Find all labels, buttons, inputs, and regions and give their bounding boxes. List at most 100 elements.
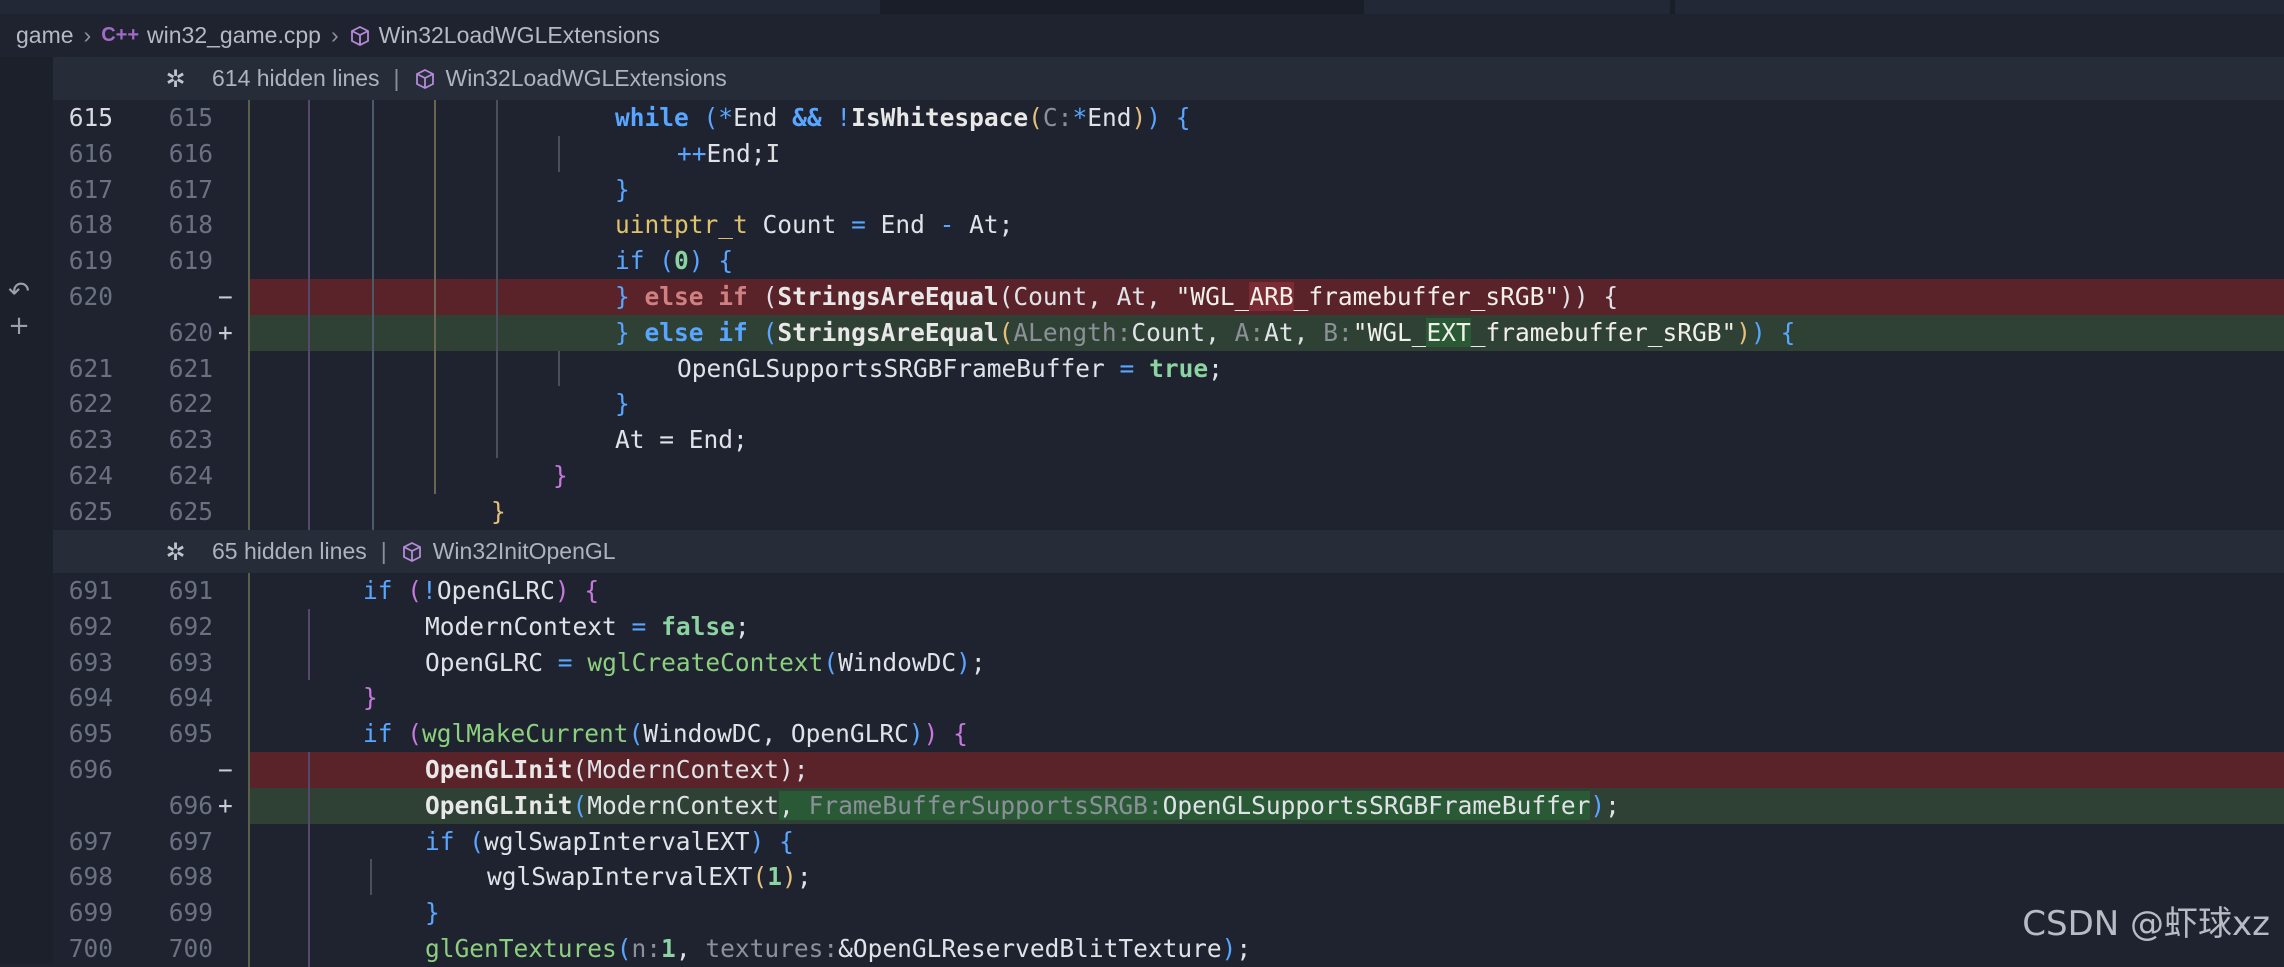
code-text[interactable]: while (*End && !IsWhitespace(C:*End)) {	[615, 100, 1191, 136]
code-content[interactable]: while (*End && !IsWhitespace(C:*End)) {	[248, 100, 2284, 136]
code-text[interactable]: glGenTextures(n:1, textures:&OpenGLReser…	[425, 931, 1251, 967]
original-line-number: 624	[68, 461, 113, 490]
fold-region[interactable]: ✲ 614 hidden lines | Win32LoadWGLExtensi…	[53, 57, 2284, 100]
revert-icon[interactable]: ↶	[6, 279, 32, 305]
code-line[interactable]: 617 617}	[53, 171, 2284, 208]
code-line[interactable]: 625 625}	[53, 493, 2284, 530]
code-content[interactable]: if (wglSwapIntervalEXT) {	[248, 823, 2284, 860]
code-text[interactable]: OpenGLSupportsSRGBFrameBuffer = true;	[677, 351, 1223, 387]
code-text[interactable]: }	[491, 494, 506, 530]
code-line[interactable]: 616 616 ++End;I	[53, 135, 2284, 172]
code-line[interactable]: 624 624}	[53, 458, 2284, 494]
code-content[interactable]: if (0) {	[248, 243, 2284, 279]
code-line[interactable]: 697 697 if (wglSwapIntervalEXT) {	[53, 823, 2284, 860]
code-line[interactable]: 622 622}	[53, 386, 2284, 423]
code-content[interactable]: At = End;	[248, 422, 2284, 458]
tab-strip-segment	[1364, 0, 1670, 14]
indent-guide	[496, 386, 498, 423]
code-line[interactable]: 700 700 glGenTextures(n:1, textures:&OpenG…	[53, 931, 2284, 967]
fold-region[interactable]: ✲ 65 hidden lines | Win32InitOpenGL	[53, 530, 2284, 573]
code-line[interactable]: 621 621 OpenGLSupportsSRGBFrameBuffer = tr…	[53, 350, 2284, 387]
indent-guide	[248, 823, 250, 860]
code-content[interactable]: } else if (StringsAreEqual(ALength:Count…	[248, 314, 2284, 351]
deleted-line[interactable]: 620 −} else if (StringsAreEqual(Count, At…	[53, 279, 2284, 315]
code-line[interactable]: 695 695 if (wglMakeCurrent(WindowDC, OpenG…	[53, 716, 2284, 752]
code-text[interactable]: } else if (StringsAreEqual(ALength:Count…	[615, 315, 1795, 351]
modified-line-number: 620	[168, 317, 213, 347]
code-text[interactable]: if (wglMakeCurrent(WindowDC, OpenGLRC)) …	[363, 716, 968, 752]
original-line-number: 693	[68, 647, 113, 677]
modified-line-number: 700	[168, 934, 213, 963]
code-line[interactable]: 692 692 ModernContext = false;	[53, 608, 2284, 645]
code-content[interactable]: OpenGLInit(ModernContext, FrameBufferSup…	[248, 787, 2284, 824]
fold-symbol[interactable]: Win32InitOpenGL	[433, 538, 616, 565]
code-content[interactable]: ModernContext = false;	[248, 608, 2284, 645]
code-content[interactable]: }	[248, 680, 2284, 717]
code-content[interactable]: }	[248, 895, 2284, 931]
indent-guide	[434, 458, 436, 494]
code-content[interactable]: uintptr_t Count = End - At;	[248, 207, 2284, 244]
code-text[interactable]: OpenGLInit(ModernContext, FrameBufferSup…	[425, 788, 1620, 824]
unfold-icon[interactable]: ✲	[139, 65, 212, 93]
hidden-lines-count: 614 hidden lines	[212, 65, 380, 91]
fold-symbol[interactable]: Win32LoadWGLExtensions	[446, 65, 727, 92]
code-text[interactable]: }	[425, 895, 440, 931]
code-line[interactable]: 615 615 while (*End && !IsWhitespace(C:*En…	[53, 100, 2284, 136]
code-line[interactable]: 623 623 At = End;	[53, 422, 2284, 458]
code-text[interactable]: At = End;	[615, 422, 748, 458]
added-line[interactable]: 696 + OpenGLInit(ModernContext, FrameBuffe…	[53, 787, 2284, 824]
code-line[interactable]: 619 619 if (0) {	[53, 243, 2284, 279]
code-content[interactable]: if (wglMakeCurrent(WindowDC, OpenGLRC)) …	[248, 716, 2284, 752]
code-line[interactable]: 618 618 uintptr_t Count = End - At;	[53, 207, 2284, 244]
code-content[interactable]: }	[248, 493, 2284, 530]
indent-guide	[496, 171, 498, 208]
code-text[interactable]: ModernContext = false;	[425, 609, 750, 645]
code-line[interactable]: 693 693 OpenGLRC = wglCreateContext(Window…	[53, 644, 2284, 681]
code-text[interactable]: wglSwapIntervalEXT(1);	[487, 859, 812, 895]
code-text[interactable]: if (wglSwapIntervalEXT) {	[425, 824, 794, 860]
code-text[interactable]: }	[363, 680, 378, 716]
indent-guide	[248, 608, 250, 645]
unfold-icon[interactable]: ✲	[139, 538, 212, 566]
modified-line-number: 623	[168, 425, 213, 455]
code-content[interactable]: wglSwapIntervalEXT(1);	[248, 859, 2284, 896]
code-content[interactable]: }	[248, 458, 2284, 494]
code-text[interactable]: if (!OpenGLRC) {	[363, 573, 599, 609]
deleted-line[interactable]: 696 − OpenGLInit(ModernContext);	[53, 752, 2284, 788]
code-text[interactable]: if (0) {	[615, 243, 733, 279]
code-content[interactable]: }	[248, 171, 2284, 208]
code-text[interactable]: }	[553, 458, 568, 494]
original-line-number: 695	[68, 719, 113, 749]
code-content[interactable]: glGenTextures(n:1, textures:&OpenGLReser…	[248, 931, 2284, 967]
breadcrumb-folder[interactable]: game	[16, 22, 74, 49]
modified-line-number: 698	[168, 862, 213, 892]
indent-guide	[308, 859, 310, 896]
code-content[interactable]: OpenGLRC = wglCreateContext(WindowDC);	[248, 644, 2284, 681]
indent-guide	[496, 314, 498, 351]
code-text[interactable]: }	[615, 172, 630, 208]
minus-icon: −	[218, 755, 233, 784]
code-text[interactable]: OpenGLRC = wglCreateContext(WindowDC);	[425, 645, 986, 681]
code-content[interactable]: OpenGLInit(ModernContext);	[248, 752, 2284, 788]
indent-guide	[434, 386, 436, 423]
code-content[interactable]: }	[248, 386, 2284, 423]
add-icon[interactable]: +	[6, 313, 32, 339]
code-text[interactable]: }	[615, 386, 630, 422]
code-content[interactable]: ++End;I	[248, 135, 2284, 172]
indent-guide	[372, 171, 374, 208]
breadcrumb-symbol[interactable]: Win32LoadWGLExtensions	[379, 22, 660, 49]
code-line[interactable]: 694 694}	[53, 680, 2284, 717]
code-content[interactable]: } else if (StringsAreEqual(Count, At, "W…	[248, 279, 2284, 315]
code-line[interactable]: 691 691 if (!OpenGLRC) {	[53, 573, 2284, 609]
code-line[interactable]: 698 698 wglSwapIntervalEXT(1);	[53, 859, 2284, 896]
code-line[interactable]: 699 699}	[53, 895, 2284, 931]
code-content[interactable]: if (!OpenGLRC) {	[248, 573, 2284, 609]
code-text[interactable]: uintptr_t Count = End - At;	[615, 207, 1013, 243]
code-content[interactable]: OpenGLSupportsSRGBFrameBuffer = true;	[248, 350, 2284, 387]
code-text[interactable]: OpenGLInit(ModernContext);	[425, 752, 809, 788]
code-text[interactable]: ++End;I	[677, 136, 780, 172]
cpp-file-icon: C++	[101, 24, 140, 46]
code-text[interactable]: } else if (StringsAreEqual(Count, At, "W…	[615, 279, 1618, 315]
breadcrumb-file[interactable]: win32_game.cpp	[147, 22, 321, 49]
added-line[interactable]: 620 +} else if (StringsAreEqual(ALength:C…	[53, 314, 2284, 351]
